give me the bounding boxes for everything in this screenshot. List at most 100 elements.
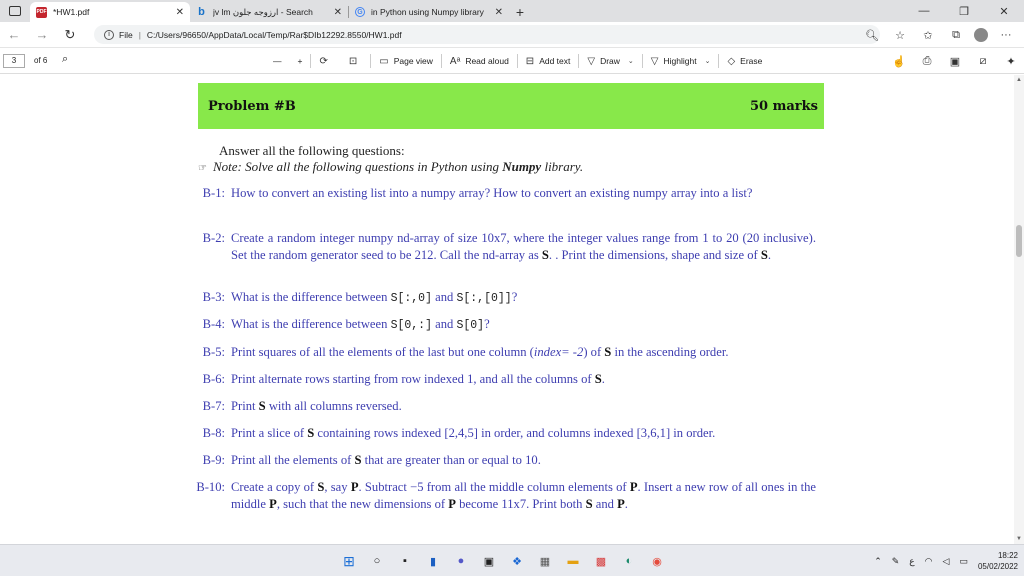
more-icon[interactable]: ··· [996, 25, 1016, 45]
text-run: containing rows indexed [2,4,5] in order… [314, 426, 716, 440]
question-text: Create a copy of S, say P. Subtract −5 f… [231, 479, 816, 512]
widgets-icon[interactable]: ▮ [424, 552, 442, 570]
file-explorer-icon[interactable]: ▬ [564, 552, 582, 570]
battery-icon[interactable]: ▭ [959, 556, 968, 567]
save-as-icon[interactable]: ⧄ [974, 55, 992, 68]
add-text-label: Add text [539, 56, 571, 66]
pdf-icon: PDF [36, 6, 47, 18]
text-run: in the ascending order. [611, 345, 729, 359]
code-snippet: S[:,[0]] [456, 292, 512, 305]
chevron-down-icon[interactable]: ⌄ [628, 57, 634, 65]
collections-icon[interactable]: ⧉ [946, 25, 966, 45]
pdf-toolbar: 3 of 6 ⌕ — + ⟳ ⊡ ▭ Page view Aᵃ Read aloud… [0, 48, 1024, 74]
read-aloud-label: Read aloud [465, 56, 509, 66]
scroll-thumb[interactable] [1016, 225, 1022, 257]
scroll-up-icon[interactable]: ▲ [1016, 77, 1022, 83]
rotate-icon: ⟳ [319, 55, 328, 67]
text-run: ? [511, 290, 518, 304]
question-b9: B-9: Print all the elements of S that ar… [191, 452, 816, 469]
question-text: What is the difference between S[0,:] an… [231, 316, 816, 335]
chrome-icon[interactable]: ◉ [648, 552, 666, 570]
forward-icon[interactable]: → [28, 23, 56, 47]
taskbar: ⊞ ○ ▪ ▮ ● ▣ ❖ ▦ ▬ ▩ ◐ ◉ ⌃ ✎ ع ◠ ◁ ▭ 18:2… [0, 544, 1024, 576]
var-p: P [269, 496, 277, 511]
text-run: and [431, 317, 457, 331]
zoom-in-button[interactable]: + [290, 48, 311, 74]
chevron-up-icon[interactable]: ⌃ [874, 556, 882, 567]
store-icon[interactable]: ▣ [480, 552, 498, 570]
note-prefix: Note: Solve all the following questions … [212, 159, 503, 174]
close-icon[interactable]: ✕ [495, 7, 503, 18]
new-tab-button[interactable]: + [509, 2, 531, 22]
read-aloud-button[interactable]: Aᵃ Read aloud [442, 48, 517, 74]
rotate-button[interactable]: ⟳ [311, 48, 340, 74]
text-run: ) of [583, 345, 605, 359]
question-text: Print S with all columns reversed. [231, 398, 816, 415]
volume-icon[interactable]: ◁ [943, 556, 950, 567]
tab-search[interactable]: b jv lm ﺍﺭﺯﻭﺟﻪ ﺟﻠﻮﻥ - Search ✕ [190, 2, 348, 22]
info-icon[interactable]: i [104, 29, 114, 40]
page-view-button[interactable]: ▭ Page view [371, 48, 441, 74]
language-icon[interactable]: ع [909, 556, 914, 567]
var-p: P [629, 480, 638, 494]
url-field[interactable]: i File | C:/Users/96650/AppData/Local/Te… [94, 25, 880, 44]
dropbox-icon[interactable]: ❖ [508, 552, 526, 570]
zoom-icon[interactable]: 🔍︎ [862, 25, 882, 45]
windows-start-icon[interactable]: ⊞ [340, 552, 358, 570]
vertical-scrollbar[interactable]: ▲ ▼ [1014, 75, 1024, 544]
system-tray: ⌃ ✎ ع ◠ ◁ ▭ 18:22 05/02/2022 [874, 545, 1018, 577]
text-run: . [767, 247, 772, 262]
note-text: ☞ Note: Solve all the following questions… [198, 159, 583, 175]
eraser-icon: ◇ [727, 55, 736, 67]
edge-icon[interactable]: ◐ [620, 552, 638, 570]
add-text-button[interactable]: ⊟ Add text [518, 48, 579, 74]
chat-icon[interactable]: ● [452, 552, 470, 570]
close-icon[interactable]: ✕ [176, 7, 184, 18]
question-number: B-4: [202, 317, 225, 331]
refresh-icon[interactable]: ↻ [56, 23, 84, 47]
calculator-icon[interactable]: ▦ [536, 552, 554, 570]
intro-text: Answer all the following questions: [219, 143, 405, 158]
pointing-hand-icon: ☞ [198, 163, 207, 174]
tab-label: in Python using Numpy library [371, 7, 484, 17]
tab-hw1-pdf[interactable]: PDF *HW1.pdf ✕ [30, 2, 190, 22]
task-view-icon[interactable]: ▪ [396, 552, 414, 570]
avatar[interactable] [974, 28, 988, 42]
scroll-down-icon[interactable]: ▼ [1016, 536, 1022, 542]
minimize-icon[interactable]: — [904, 0, 944, 22]
restore-icon[interactable]: ❐ [944, 0, 984, 22]
back-icon[interactable]: ← [0, 23, 28, 47]
page-number-input[interactable]: 3 [3, 54, 25, 68]
erase-button[interactable]: ◇ Erase [719, 48, 770, 74]
draw-button[interactable]: ▽ Draw ⌄ [579, 48, 641, 74]
question-text: Print alternate rows starting from row i… [231, 371, 816, 388]
close-window-icon[interactable]: ✕ [984, 0, 1024, 22]
touch-icon[interactable]: ☝ [890, 55, 908, 68]
browser-actions: 🔍︎ ☆ ✩ ⧉ ··· [862, 25, 1016, 45]
zoom-out-button[interactable]: — [265, 48, 290, 74]
pin-icon[interactable]: ✦ [1002, 55, 1020, 68]
wifi-icon[interactable]: ◠ [925, 556, 933, 567]
clock[interactable]: 18:22 05/02/2022 [978, 550, 1018, 572]
question-number: B-10: [196, 480, 225, 494]
favorite-icon[interactable]: ☆ [890, 25, 910, 45]
code-snippet: S[:,0] [390, 292, 432, 305]
var-s: S [541, 247, 549, 262]
search-icon[interactable]: ○ [368, 552, 386, 570]
chevron-down-icon[interactable]: ⌄ [705, 57, 711, 65]
highlight-label: Highlight [663, 56, 697, 66]
tab-actions-button[interactable] [0, 0, 30, 22]
search-icon[interactable]: ⌕ [62, 53, 68, 66]
highlight-button[interactable]: ▽ Highlight ⌄ [643, 48, 719, 74]
tab-google[interactable]: G in Python using Numpy library ✕ [349, 2, 509, 22]
pen-icon[interactable]: ✎ [892, 556, 900, 567]
save-icon[interactable]: ▣ [946, 55, 964, 68]
fit-page-button[interactable]: ⊡ [341, 48, 370, 74]
text-run: become 11x7. Print both [455, 496, 586, 511]
print-icon[interactable]: ⎙ [918, 55, 936, 68]
favorites-icon[interactable]: ✩ [918, 25, 938, 45]
office-icon[interactable]: ▩ [592, 552, 610, 570]
text-run: and [431, 290, 457, 304]
close-icon[interactable]: ✕ [334, 7, 342, 18]
add-text-icon: ⊟ [525, 55, 535, 67]
